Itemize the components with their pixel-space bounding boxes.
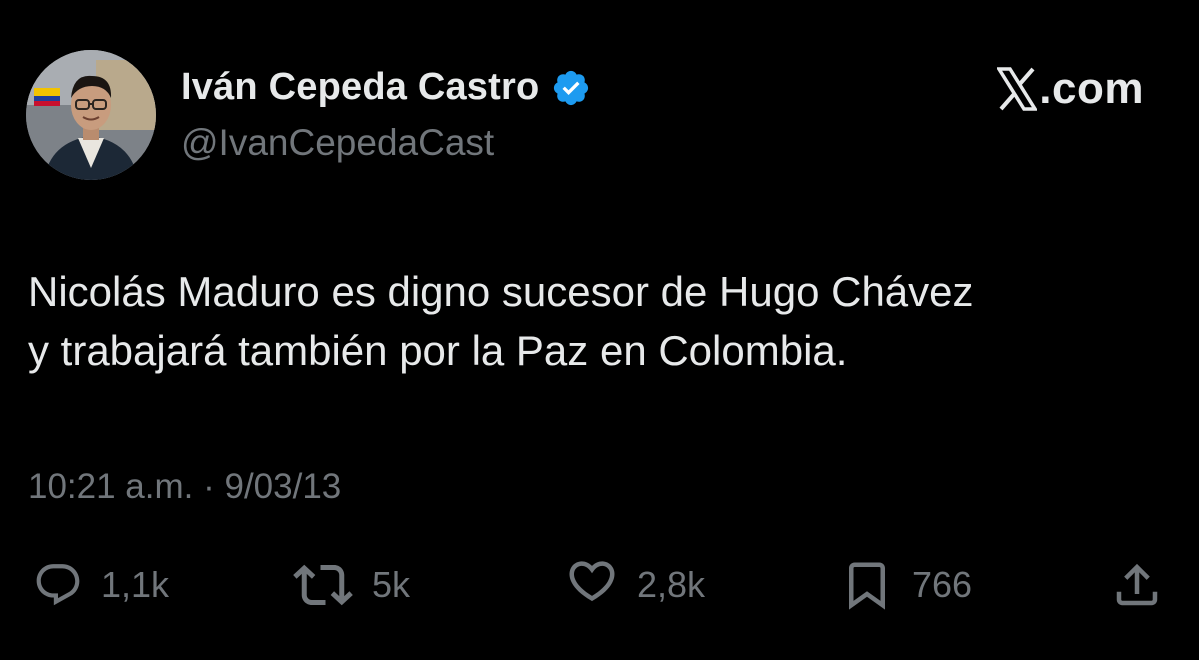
bookmark-count: 766 — [912, 564, 973, 605]
like-button[interactable]: 2,8k — [565, 555, 705, 615]
share-button[interactable] — [1110, 555, 1164, 615]
repost-count: 5k — [372, 564, 411, 605]
share-icon — [1110, 558, 1164, 612]
author-name[interactable]: Iván Cepeda Castro — [181, 66, 539, 109]
bookmark-icon — [840, 558, 894, 612]
tweet-timestamp[interactable]: 10:21 a.m. · 9/03/13 — [28, 467, 341, 507]
reply-count: 1,1k — [101, 564, 170, 605]
action-bar: 1,1k 5k 2,8k 766 — [0, 555, 1199, 615]
repost-icon — [292, 560, 354, 610]
repost-button[interactable]: 5k — [292, 555, 410, 615]
tweet-card: Iván Cepeda Castro @IvanCepedaCast .com … — [0, 0, 1199, 660]
x-logo-icon — [996, 67, 1039, 111]
verified-badge-icon — [551, 68, 591, 108]
author-handle[interactable]: @IvanCepedaCast — [181, 122, 494, 164]
avatar[interactable] — [26, 50, 156, 180]
reply-icon — [33, 560, 83, 610]
like-count: 2,8k — [637, 564, 706, 605]
tweet-text-line: y trabajará también por la Paz en Colomb… — [28, 327, 848, 374]
author-name-row[interactable]: Iván Cepeda Castro — [181, 66, 591, 109]
brand-text: .com — [1039, 64, 1144, 113]
reply-button[interactable]: 1,1k — [33, 555, 169, 615]
heart-icon — [565, 560, 619, 610]
tweet-text: Nicolás Maduro es digno sucesor de Hugo … — [28, 262, 1168, 380]
tweet-text-line: Nicolás Maduro es digno sucesor de Hugo … — [28, 268, 974, 315]
brand-logo: .com — [996, 64, 1144, 114]
avatar-photo — [26, 50, 156, 180]
bookmark-button[interactable]: 766 — [840, 555, 972, 615]
